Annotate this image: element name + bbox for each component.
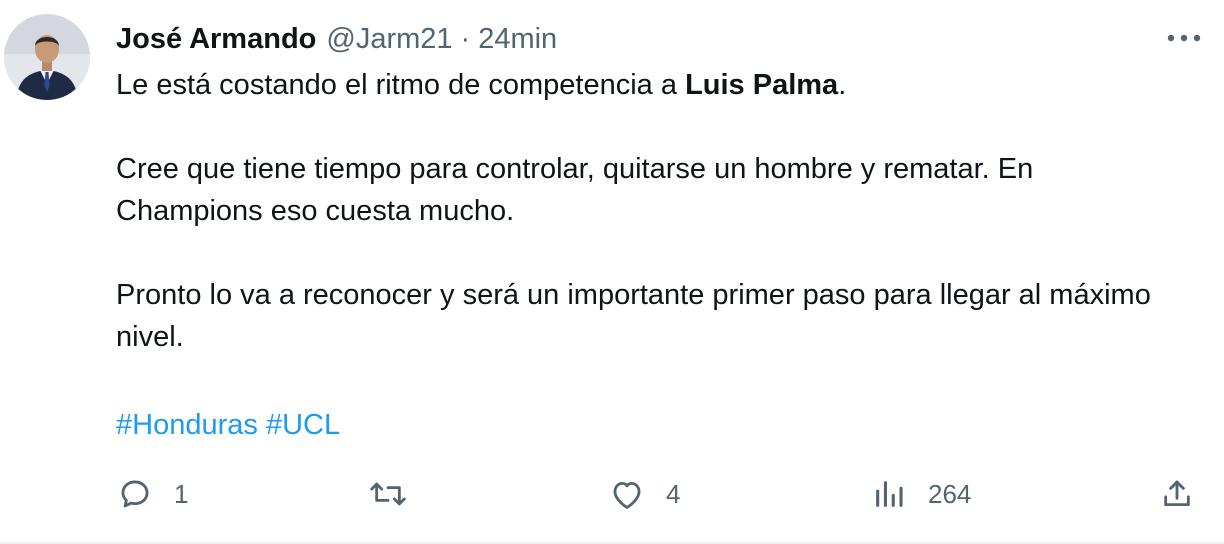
like-count: 4 (666, 478, 681, 509)
more-horizontal-icon (1167, 34, 1201, 42)
separator-dot: · (460, 22, 471, 55)
tweet-paragraph-1: Le está costando el ritmo de competencia… (116, 64, 1176, 106)
tweet-paragraph-3: Pronto lo va a reconocer y será un impor… (116, 279, 1151, 353)
mention-bold: Luis Palma (685, 69, 839, 101)
avatar[interactable] (4, 14, 90, 100)
views-button[interactable]: 264 (872, 468, 971, 520)
views-count: 264 (928, 478, 972, 509)
share-button[interactable] (1160, 468, 1194, 520)
like-button[interactable]: 4 (610, 468, 680, 520)
tweet-paragraph-2: Cree que tiene tiempo para controlar, qu… (116, 153, 1034, 227)
more-options-button[interactable] (1162, 18, 1206, 58)
reply-count: 1 (174, 478, 189, 509)
retweet-icon (370, 482, 406, 506)
avatar-image (4, 14, 90, 100)
heart-icon (613, 481, 641, 509)
tweet-text: Le está costando el ritmo de competencia… (116, 64, 1176, 358)
action-bar: 1 4 264 (0, 468, 1224, 520)
reply-button[interactable]: 1 (118, 468, 188, 520)
paragraph-1-suffix: . (838, 69, 847, 101)
tweet[interactable]: José Armando @Jarm21 · 24min Le está cos… (0, 0, 1224, 544)
hashtag-ucl[interactable]: #UCL (266, 409, 340, 441)
paragraph-1-text: Le está costando el ritmo de competencia… (116, 69, 686, 101)
reply-icon (121, 480, 149, 508)
share-icon (1164, 480, 1190, 507)
hashtag-honduras[interactable]: #Honduras (116, 409, 258, 441)
retweet-button[interactable] (368, 468, 430, 520)
views-icon (876, 481, 903, 507)
tweet-header: José Armando @Jarm21 · 24min (116, 18, 557, 60)
timestamp[interactable]: 24min (478, 23, 557, 56)
hashtag-line: #Honduras #UCL (116, 404, 340, 446)
author-name[interactable]: José Armando (116, 23, 316, 56)
author-handle[interactable]: @Jarm21 (326, 23, 452, 56)
